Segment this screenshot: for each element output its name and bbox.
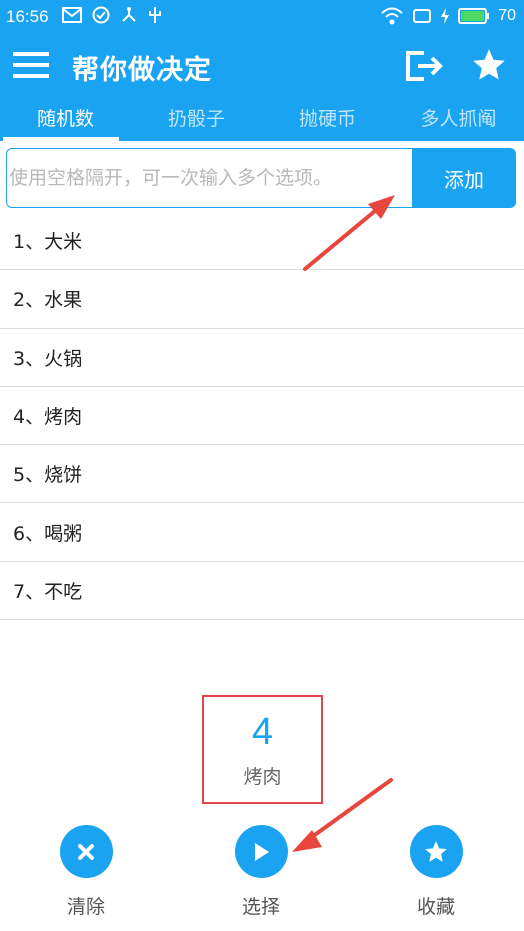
network-icon xyxy=(122,7,136,22)
tab-coin[interactable]: 抛硬币 xyxy=(262,96,393,141)
app-bar: 帮你做决定 xyxy=(0,36,524,94)
result-text: 烤肉 xyxy=(243,766,282,788)
play-icon xyxy=(255,842,269,861)
tab-label: 多人抓阄 xyxy=(420,108,497,130)
list-item[interactable]: 1、大米 xyxy=(0,212,524,271)
add-button[interactable]: 添加 xyxy=(412,148,516,208)
favorite-button[interactable]: 收藏 xyxy=(396,825,476,919)
result-panel: 4 烤肉 xyxy=(202,695,323,804)
tab-dice[interactable]: 扔骰子 xyxy=(131,96,262,141)
usb-icon xyxy=(149,7,161,23)
wifi-icon xyxy=(381,7,403,25)
clear-button[interactable]: 清除 xyxy=(46,825,126,919)
list-item[interactable]: 4、烤肉 xyxy=(0,387,524,446)
screen-icon xyxy=(413,9,432,23)
tab-draw-lots[interactable]: 多人抓阄 xyxy=(393,96,524,141)
charging-icon xyxy=(441,8,450,24)
battery-level: 70 xyxy=(498,7,516,24)
share-exit-icon[interactable] xyxy=(404,49,444,83)
star-icon xyxy=(425,840,447,862)
favorite-star-icon[interactable] xyxy=(471,47,507,83)
status-time: 16:56 xyxy=(6,7,49,26)
check-circle-icon xyxy=(92,6,110,24)
mail-icon xyxy=(62,7,82,23)
tab-label: 扔骰子 xyxy=(167,108,225,130)
status-bar: 16:56 70 xyxy=(0,0,524,36)
tab-random-number[interactable]: 随机数 xyxy=(0,96,131,141)
options-input[interactable] xyxy=(6,148,412,208)
list-item[interactable]: 3、火锅 xyxy=(0,329,524,387)
tab-bar: 随机数 扔骰子 抛硬币 多人抓阄 xyxy=(0,96,524,141)
favorite-label: 收藏 xyxy=(416,896,455,918)
select-button[interactable]: 选择 xyxy=(221,825,301,919)
tab-label: 抛硬币 xyxy=(298,108,356,130)
result-number: 4 xyxy=(251,711,274,753)
list-item[interactable]: 5、烧饼 xyxy=(0,445,524,504)
select-label: 选择 xyxy=(241,896,280,918)
app-header: 16:56 70 帮你做决定 随机数 扔骰子 抛硬币 多人抓阄 xyxy=(0,0,524,141)
list-item[interactable]: 6、喝粥 xyxy=(0,503,524,562)
list-item[interactable]: 7、不吃 xyxy=(0,562,524,621)
tab-label: 随机数 xyxy=(36,108,94,130)
battery-icon xyxy=(458,8,490,24)
option-input-row: 添加 xyxy=(6,148,516,208)
list-item[interactable]: 2、水果 xyxy=(0,270,524,329)
app-title: 帮你做决定 xyxy=(72,55,212,86)
clear-label: 清除 xyxy=(66,896,105,918)
close-icon xyxy=(78,843,94,860)
menu-icon[interactable] xyxy=(13,50,49,80)
options-list: 1、大米 2、水果 3、火锅 4、烤肉 5、烧饼 6、喝粥 7、不吃 xyxy=(0,212,524,621)
